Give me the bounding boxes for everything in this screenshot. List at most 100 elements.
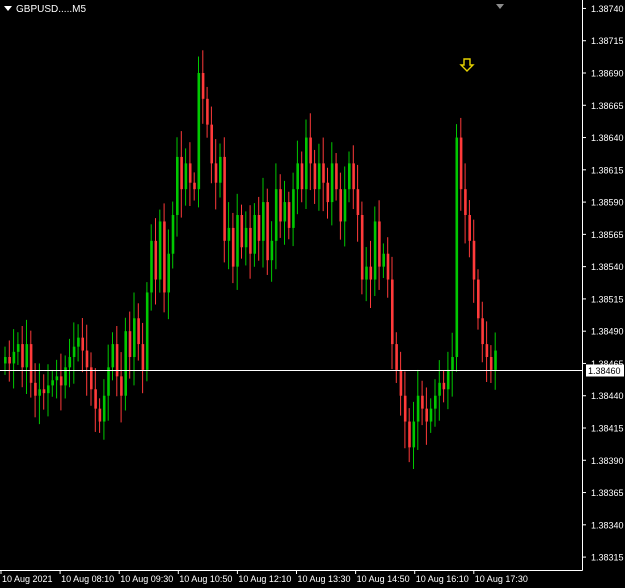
candle-body <box>274 189 278 241</box>
candle-body <box>98 408 102 422</box>
candle-body <box>477 279 480 319</box>
y-tick-label: 1.38440 <box>591 391 624 401</box>
candle-body <box>133 318 136 357</box>
candle-body <box>163 221 166 293</box>
y-tick-label: 1.38590 <box>591 198 624 208</box>
candle-body <box>382 253 385 267</box>
y-tick-label: 1.38690 <box>591 69 624 79</box>
candle-body <box>137 318 140 345</box>
candle-body <box>262 202 265 241</box>
candle-body <box>184 163 188 190</box>
candle-body <box>455 137 459 357</box>
candle-body <box>47 385 50 394</box>
candle-body <box>94 389 97 409</box>
x-tick-label: 10 Aug 2021 <box>2 574 53 584</box>
candle-body <box>317 163 321 190</box>
candle-body <box>459 137 463 190</box>
candle-body <box>451 357 454 370</box>
candle-body <box>270 240 274 261</box>
axes-layer: 1.38740 1.38715 1.38690 1.38665 1.38640 1.386… <box>0 0 624 584</box>
candle-body <box>309 137 312 164</box>
candle-body <box>386 253 390 280</box>
candle-body <box>102 395 106 422</box>
candle-body <box>115 344 119 377</box>
candle-body <box>201 73 205 99</box>
candle-body <box>124 331 127 396</box>
symbol-label[interactable]: GBPUSD.....M5 <box>4 4 86 15</box>
candle-body <box>167 253 170 293</box>
candle-body <box>25 344 29 368</box>
candle-body <box>348 163 351 190</box>
candle-body <box>395 344 398 370</box>
candle-body <box>283 202 287 222</box>
candles-layer <box>4 50 497 469</box>
candle-body <box>154 240 158 280</box>
candle-body <box>322 163 325 183</box>
candle-body <box>16 344 20 352</box>
candle-body <box>38 389 41 396</box>
candle-body <box>494 350 497 370</box>
candle-body <box>313 163 317 190</box>
candle-body <box>51 380 54 386</box>
y-tick-label: 1.38515 <box>591 294 624 304</box>
candle-body <box>107 367 110 396</box>
symbol-text: GBPUSD.....M5 <box>16 4 87 15</box>
y-tick-label: 1.38415 <box>591 424 624 434</box>
candle-body <box>326 182 330 203</box>
current-price-label: 1.38460 <box>588 366 621 376</box>
candle-body <box>214 163 218 183</box>
candle-body <box>206 98 209 125</box>
candle-body <box>249 227 252 254</box>
candle-body <box>257 215 261 241</box>
candle-body <box>197 73 201 190</box>
y-tick-label: 1.38715 <box>591 36 624 46</box>
x-tick-label: 10 Aug 14:50 <box>357 574 410 584</box>
candle-body <box>421 395 424 409</box>
y-tick-label: 1.38665 <box>591 101 624 111</box>
candle-body <box>145 292 149 370</box>
chart-shift-marker-icon[interactable] <box>496 4 504 9</box>
candle-body <box>266 202 269 261</box>
y-tick-label: 1.38565 <box>591 230 624 240</box>
candle-body <box>85 350 89 368</box>
candle-body <box>399 369 403 396</box>
y-tick-label: 1.38490 <box>591 327 624 337</box>
candle-body <box>240 215 244 248</box>
candle-body <box>287 202 291 228</box>
candle-body <box>373 221 377 280</box>
candle-body <box>141 344 145 370</box>
x-tick-label: 10 Aug 16:10 <box>416 574 469 584</box>
candle-body <box>296 163 299 190</box>
candle-body <box>416 395 420 422</box>
candle-body <box>356 189 360 215</box>
y-tick-label: 1.38315 <box>591 553 624 563</box>
candle-body <box>227 227 231 241</box>
candle-body <box>193 182 196 190</box>
candle-body <box>442 382 446 390</box>
y-tick-label: 1.38740 <box>591 4 624 14</box>
candle-body <box>352 163 355 190</box>
candle-body <box>120 376 123 396</box>
candle-body <box>438 382 441 396</box>
candle-body <box>244 227 248 248</box>
candle-body <box>4 357 7 364</box>
y-tick-label: 1.38340 <box>591 520 624 530</box>
y-tick-label: 1.38640 <box>591 133 624 143</box>
candle-body <box>434 395 437 409</box>
x-tick-label: 10 Aug 17:30 <box>475 574 528 584</box>
candle-body <box>485 344 489 357</box>
candle-body <box>253 215 256 254</box>
price-chart[interactable]: 1.38740 1.38715 1.38690 1.38665 1.38640 1.386… <box>0 0 625 588</box>
candle-body <box>464 189 467 215</box>
candle-body <box>42 389 46 394</box>
candle-body <box>81 337 84 351</box>
down-arrow-icon <box>459 58 475 72</box>
candle-body <box>180 156 183 190</box>
x-tick-label: 10 Aug 13:30 <box>298 574 351 584</box>
y-tick-label: 1.38390 <box>591 456 624 466</box>
candle-body <box>378 221 381 267</box>
candle-body <box>305 137 308 190</box>
candle-body <box>335 163 338 190</box>
x-tick-label: 10 Aug 12:10 <box>238 574 291 584</box>
candle-body <box>429 408 433 422</box>
